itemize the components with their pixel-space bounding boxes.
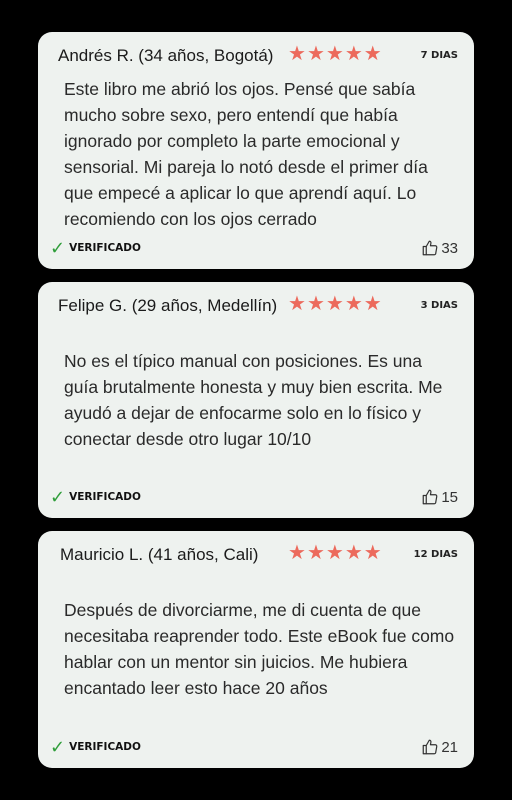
star-rating: ★ ★ ★ ★ ★	[288, 294, 382, 314]
verified-badge: ✓ VERIFICADO	[50, 738, 141, 756]
verified-label: VERIFICADO	[69, 741, 141, 753]
star-icon: ★	[344, 293, 363, 315]
review-author: Andrés R. (34 años, Bogotá)	[58, 46, 274, 65]
star-rating: ★ ★ ★ ★ ★	[288, 44, 382, 64]
star-icon: ★	[325, 293, 344, 315]
star-icon: ★	[306, 293, 325, 315]
verified-label: VERIFICADO	[69, 242, 141, 254]
star-icon: ★	[344, 542, 363, 564]
like-button[interactable]: 15	[421, 488, 458, 506]
review-author: Felipe G. (29 años, Medellín)	[58, 296, 278, 315]
review-text: Este libro me abrió los ojos. Pensé que …	[64, 79, 428, 229]
star-icon: ★	[288, 43, 306, 65]
verified-badge: ✓ VERIFICADO	[50, 239, 141, 257]
review-card: Felipe G. (29 años, Medellín) ★ ★ ★ ★ ★ …	[38, 282, 474, 518]
verified-label: VERIFICADO	[69, 491, 141, 503]
thumbs-up-icon	[422, 739, 438, 755]
star-icon: ★	[288, 293, 306, 315]
star-icon: ★	[363, 43, 382, 65]
star-icon: ★	[306, 43, 325, 65]
like-count: 21	[441, 738, 458, 756]
checkmark-icon: ✓	[50, 737, 66, 757]
star-icon: ★	[344, 43, 363, 65]
review-age: 7 DIAS	[420, 50, 458, 61]
like-button[interactable]: 21	[421, 738, 458, 756]
thumbs-up-icon	[422, 240, 438, 256]
like-count: 15	[441, 488, 458, 506]
star-icon: ★	[306, 542, 325, 564]
verified-badge: ✓ VERIFICADO	[50, 488, 141, 506]
review-age: 3 DIAS	[420, 300, 458, 311]
star-icon: ★	[325, 43, 344, 65]
review-card: Andrés R. (34 años, Bogotá) ★ ★ ★ ★ ★ 7 …	[38, 32, 474, 269]
review-text: No es el típico manual con posiciones. E…	[64, 351, 443, 449]
star-icon: ★	[363, 293, 382, 315]
star-icon: ★	[288, 542, 306, 564]
review-card: Mauricio L. (41 años, Cali) ★ ★ ★ ★ ★ 12…	[38, 531, 474, 768]
like-count: 33	[441, 239, 458, 257]
review-text: Después de divorciarme, me di cuenta de …	[64, 600, 455, 698]
checkmark-icon: ✓	[50, 238, 66, 258]
checkmark-icon: ✓	[50, 487, 66, 507]
review-author: Mauricio L. (41 años, Cali)	[60, 545, 259, 564]
review-age: 12 DIAS	[413, 549, 458, 560]
like-button[interactable]: 33	[421, 239, 458, 257]
thumbs-up-icon	[422, 489, 438, 505]
star-rating: ★ ★ ★ ★ ★	[288, 543, 382, 563]
star-icon: ★	[363, 542, 382, 564]
star-icon: ★	[325, 542, 344, 564]
